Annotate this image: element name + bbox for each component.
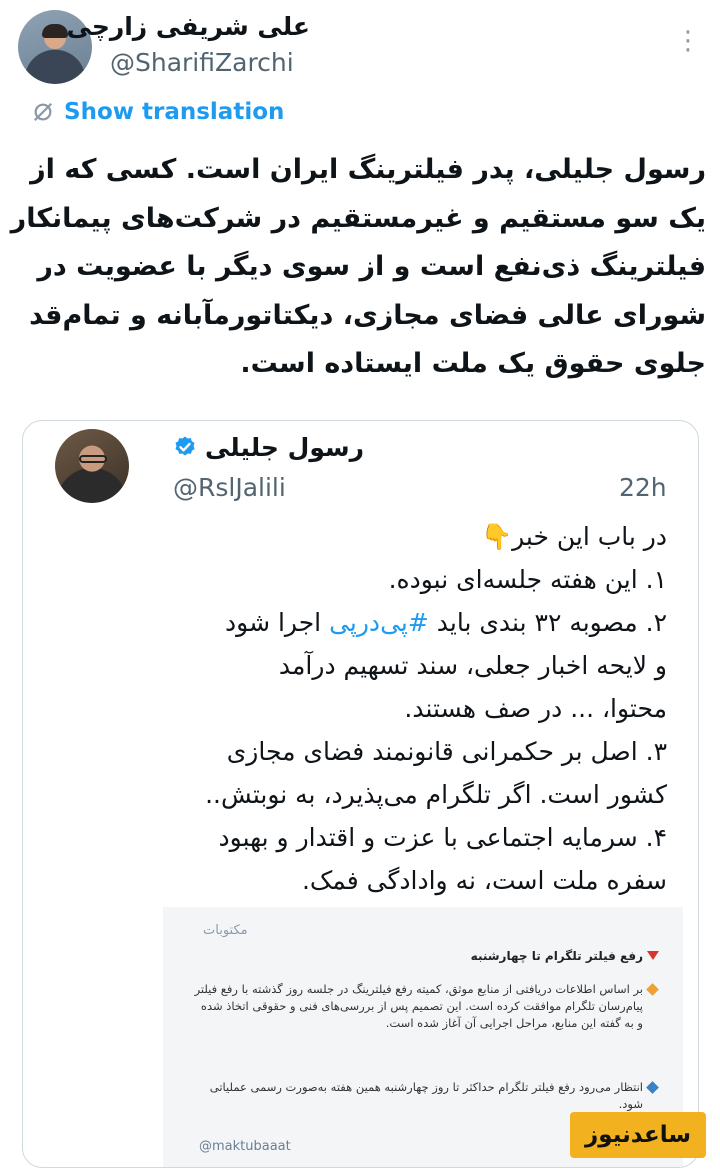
orange-diamond-icon (646, 983, 659, 996)
tweet-text-line: جلوی حقوق یک ملت ایستاده است. (240, 348, 706, 379)
embed-title: رفع فیلتر تلگرام تا چهارشنبه (470, 949, 643, 963)
quoted-timestamp[interactable]: 22h (619, 473, 667, 502)
quoted-text-line: سفره ملت است، نه وادادگی فمک. (301, 866, 667, 895)
quoted-text-fragment: ۲. مصوبه ۳۲ بندی باید (428, 608, 667, 637)
quoted-author-avatar[interactable] (55, 429, 129, 503)
quoted-tweet-card[interactable]: رسول جلیلی @RslJalili 22h در باب این خبر… (22, 420, 699, 1168)
quoted-author-name[interactable]: رسول جلیلی (205, 433, 364, 462)
tweet-text-line: شورای عالی فضای مجازی، دیکتاتورمآبانه و … (29, 299, 706, 331)
author-name[interactable]: علی شریفی زارچی (67, 12, 310, 41)
embed-paragraph: بر اساس اطلاعات دریافتی از منابع موثق، ک… (194, 982, 643, 1030)
tweet-header: علی شریفی زارچی @SharifiZarchi ⋮ (0, 0, 720, 100)
tweet-text-line: فیلترینگ ذی‌نفع است و از سوی دیگر با عضو… (37, 251, 706, 282)
quoted-text-line: ۳. اصل بر حکمرانی قانونمند فضای مجازی (226, 737, 667, 766)
embed-title-marker-icon (647, 951, 659, 960)
show-translation-label: Show translation (64, 99, 285, 125)
site-watermark: ساعدنیوز (570, 1112, 706, 1158)
tweet-text-line: یک سو مستقیم و غیرمستقیم در شرکت‌های پیم… (10, 202, 706, 234)
quoted-text-line: در باب این خبر👇 (480, 522, 667, 551)
quoted-text-line-with-hashtag: ۲. مصوبه ۳۲ بندی باید #پی‌درپی اجرا شود (59, 601, 667, 644)
tweet-text-line: رسول جلیلی، پدر فیلترینگ ایران است. کسی … (30, 154, 706, 185)
quoted-text-line: ۱. این هفته جلسه‌ای نبوده. (388, 565, 667, 594)
quoted-text-line: و لایحه اخبار جعلی، سند تسهیم درآمد (278, 651, 667, 680)
quoted-tweet-text: در باب این خبر👇 ۱. این هفته جلسه‌ای نبود… (59, 515, 667, 902)
translate-slash-icon (33, 102, 53, 122)
quoted-text-line: محتوا، ... در صف هستند. (404, 694, 667, 723)
verified-badge-icon (175, 436, 195, 456)
more-dots-icon[interactable]: ⋮ (675, 26, 701, 56)
author-handle[interactable]: @SharifiZarchi (110, 48, 294, 77)
quoted-author-handle[interactable]: @RslJalili (173, 473, 286, 502)
show-translation-button[interactable]: Show translation (32, 96, 284, 128)
embed-paragraph: انتظار می‌رود رفع فیلتر تلگرام حداکثر تا… (209, 1080, 643, 1111)
embed-brand: مکتوبات (203, 923, 248, 938)
tweet-text: رسول جلیلی، پدر فیلترینگ ایران است. کسی … (10, 146, 706, 389)
embed-source-handle: @maktubaaat (199, 1139, 291, 1154)
quoted-author-row: رسول جلیلی (173, 427, 364, 467)
quoted-text-line: ۴. سرمایه اجتماعی با عزت و اقتدار و بهبو… (218, 823, 667, 852)
quoted-text-fragment: اجرا شود (225, 608, 330, 637)
blue-diamond-icon (646, 1081, 659, 1094)
quoted-text-line: کشور است. اگر تلگرام می‌پذیرد، به نوبتش.… (205, 780, 667, 809)
hashtag-link[interactable]: #پی‌درپی (329, 608, 429, 637)
